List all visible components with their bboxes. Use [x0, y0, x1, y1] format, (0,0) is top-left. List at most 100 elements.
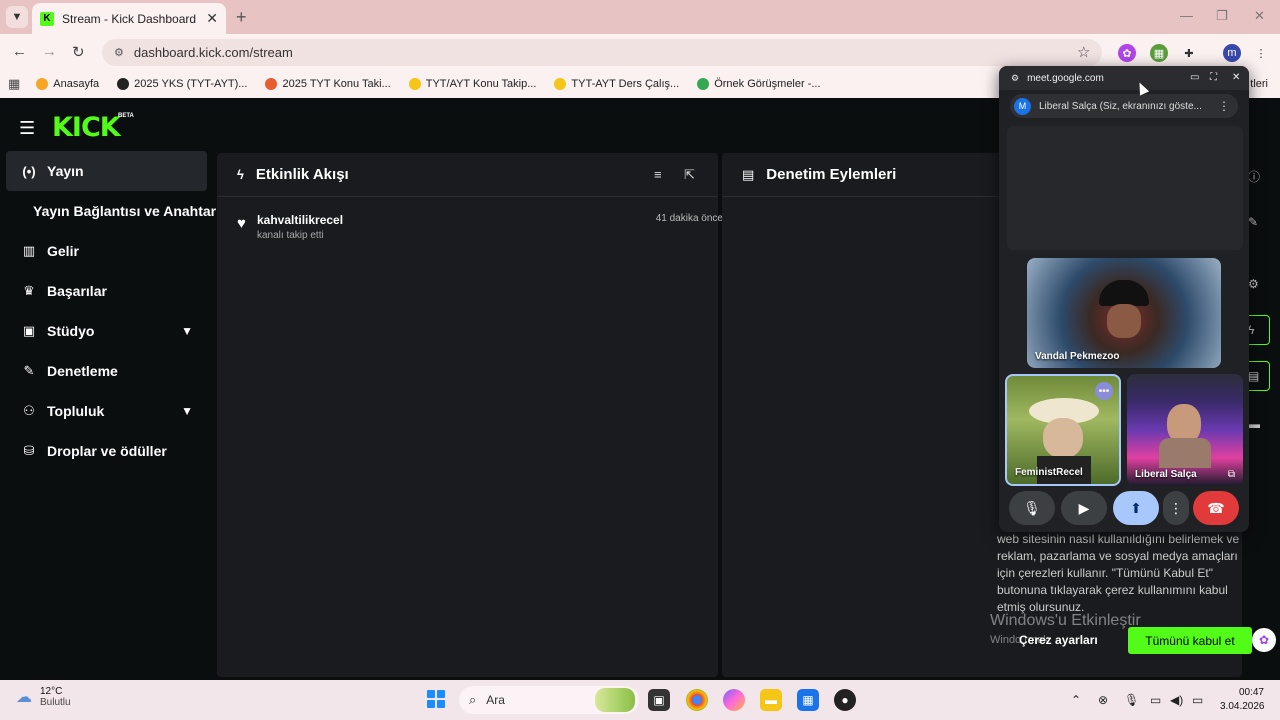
- close-icon[interactable]: ✕: [1232, 72, 1240, 83]
- info-icon[interactable]: ⓘ: [1248, 168, 1260, 185]
- sidebar-item-label: Denetleme: [47, 363, 118, 379]
- camera-button[interactable]: ▶: [1061, 491, 1107, 525]
- address-bar[interactable]: ⚙ dashboard.kick.com/stream: [102, 39, 1102, 66]
- bookmark-item[interactable]: Anasayfa: [36, 78, 99, 90]
- game-app-icon[interactable]: ●: [834, 689, 856, 711]
- bookmark-item[interactable]: Örnek Görüşmeler -...: [697, 78, 821, 90]
- accept-all-cookies-button[interactable]: Tümünü kabul et: [1128, 627, 1252, 654]
- kick-logo[interactable]: KICK: [52, 112, 121, 143]
- minimize-button[interactable]: —: [1180, 8, 1193, 23]
- sidebar-item-label: Stüdyo: [47, 323, 95, 339]
- settings-icon[interactable]: ⚙: [1248, 277, 1259, 291]
- weather-temp: 12°C: [40, 686, 63, 697]
- fullscreen-icon[interactable]: ⛶: [1210, 72, 1217, 83]
- chrome-icon[interactable]: [686, 689, 708, 711]
- back-button[interactable]: ←: [12, 43, 27, 60]
- hamburger-menu-icon[interactable]: ☰: [19, 118, 35, 139]
- document-icon: ▤: [742, 166, 755, 182]
- more-options-icon[interactable]: ⋮: [1218, 99, 1230, 113]
- close-tab-icon[interactable]: ✕: [206, 10, 218, 27]
- new-tab-button[interactable]: +: [236, 7, 247, 28]
- bookmark-star-icon[interactable]: ☆: [1077, 43, 1090, 61]
- participant-tile[interactable]: Vandal Pekmezoo: [1027, 258, 1221, 368]
- document-icon: ▤: [1248, 369, 1260, 383]
- heart-icon: ♥: [237, 215, 246, 232]
- screen-share-preview: [1007, 126, 1243, 250]
- chevron-up-icon[interactable]: ⌃: [1071, 693, 1081, 707]
- edit-icon[interactable]: ✎: [1248, 215, 1258, 229]
- meet-popup: ⚙ meet.google.com ▭ ⛶ ✕ M Liberal Salça …: [999, 66, 1249, 532]
- bookmark-item[interactable]: TYT-AYT Ders Çalış...: [554, 78, 679, 90]
- system-clock[interactable]: 00:47 3.04.2026: [1220, 686, 1265, 714]
- weather-widget[interactable]: ☁ 12°C Bulutlu: [16, 686, 71, 708]
- community-icon: ⚇: [23, 403, 35, 418]
- forward-button[interactable]: →: [42, 43, 57, 60]
- microphone-button[interactable]: 🎙: [1009, 491, 1055, 525]
- all-bookmarks-label[interactable]: tleri: [1250, 78, 1268, 90]
- store-icon[interactable]: ▦: [797, 689, 819, 711]
- sidebar-item-topluluk[interactable]: ⚇ Topluluk ▼: [6, 391, 207, 431]
- sidebar-item-gelir[interactable]: ▥ Gelir: [6, 231, 207, 271]
- avatar: [1159, 438, 1211, 468]
- site-info-icon[interactable]: ⚙: [114, 46, 124, 59]
- sidebar-item-denetleme[interactable]: ✎ Denetleme: [6, 351, 207, 391]
- apps-grid-icon[interactable]: ▦: [8, 76, 20, 92]
- profile-avatar[interactable]: m: [1223, 44, 1241, 62]
- bookmark-item[interactable]: TYT/AYT Konu Takip...: [408, 78, 536, 90]
- participant-tile[interactable]: Liberal Salça ⧉: [1127, 374, 1243, 486]
- volume-icon[interactable]: ◀): [1170, 693, 1183, 707]
- sidebar-item-basarilar[interactable]: ♛ Başarılar: [6, 271, 207, 311]
- end-call-button[interactable]: ☎: [1193, 491, 1239, 525]
- camera-icon: ▶: [1078, 499, 1090, 516]
- cookie-text: web sitesinin nasıl kullanıldığını belir…: [997, 532, 1240, 614]
- filter-icon[interactable]: ≡: [654, 167, 662, 182]
- present-button[interactable]: ⬆: [1113, 491, 1159, 525]
- network-icon[interactable]: ⊗: [1098, 693, 1108, 707]
- search-placeholder: Ara: [486, 693, 505, 707]
- sidebar-item-label: Yayın: [47, 163, 84, 179]
- follower-username[interactable]: kahvaltilikrecel: [257, 213, 343, 227]
- battery-icon[interactable]: ▭: [1192, 693, 1203, 707]
- sidebar-item-droplar[interactable]: ⛁ Droplar ve ödüller: [6, 431, 207, 471]
- display-icon[interactable]: ▭: [1150, 693, 1161, 707]
- task-view-icon[interactable]: ▣: [648, 689, 670, 711]
- sidebar-item-studyo[interactable]: ▣ Stüdyo ▼: [6, 311, 207, 351]
- sidebar-item-yayin[interactable]: (•) Yayın: [6, 151, 207, 191]
- tab-kick-dashboard[interactable]: K Stream - Kick Dashboard ✕: [32, 3, 226, 34]
- chevron-down-icon: ▼: [181, 324, 193, 338]
- windows-activate-watermark: Windows'u Etkinleştir: [990, 612, 1141, 629]
- sidebar-subitem-stream-key[interactable]: Yayın Bağlantısı ve Anahtarı: [33, 203, 220, 219]
- more-options-button[interactable]: ⋮: [1163, 491, 1189, 525]
- extensions-puzzle-icon[interactable]: ✚: [1180, 44, 1198, 62]
- file-explorer-icon[interactable]: ▬: [760, 689, 782, 711]
- extension-orb-icon[interactable]: ✿: [1118, 44, 1136, 62]
- extension-sheets-icon[interactable]: ▦: [1150, 44, 1168, 62]
- microphone-icon[interactable]: 🎙: [1124, 693, 1139, 707]
- back-to-tab-icon[interactable]: ▭: [1190, 72, 1199, 83]
- popout-icon[interactable]: ⇱: [684, 167, 695, 183]
- clock-date: 3.04.2026: [1220, 701, 1265, 712]
- taskbar-search[interactable]: ⌕ Ara: [459, 686, 639, 714]
- presenting-banner[interactable]: M Liberal Salça (Siz, ekranınızı göste..…: [1010, 94, 1238, 118]
- avatar: M: [1014, 97, 1031, 115]
- reload-button[interactable]: ↻: [72, 43, 85, 61]
- close-window-button[interactable]: ✕: [1254, 8, 1265, 24]
- more-options-icon[interactable]: •••: [1095, 382, 1113, 400]
- url-text: dashboard.kick.com/stream: [133, 45, 293, 60]
- assistant-orb-icon[interactable]: ✿: [1252, 628, 1276, 652]
- hang-up-icon: ☎: [1207, 499, 1225, 516]
- sidebar-item-label: Droplar ve ödüller: [47, 443, 167, 459]
- participant-tile[interactable]: ••• FeministRecel: [1005, 374, 1121, 486]
- site-settings-icon[interactable]: ⚙: [1011, 73, 1019, 84]
- browser-menu-icon[interactable]: ⋮: [1252, 44, 1270, 62]
- bookmark-item[interactable]: 2025 YKS (TYT-AYT)...: [117, 78, 247, 90]
- bookmark-item[interactable]: 2025 TYT Konu Taki...: [265, 78, 391, 90]
- bookmark-favicon-icon: [117, 78, 130, 90]
- chat-icon[interactable]: ▬: [1248, 417, 1260, 431]
- maximize-button[interactable]: ❐: [1216, 8, 1228, 24]
- start-button[interactable]: [427, 690, 445, 708]
- copilot-icon[interactable]: [723, 689, 745, 711]
- tab-search-button[interactable]: ▼: [6, 6, 28, 28]
- cookie-settings-button[interactable]: Çerez ayarları: [1019, 633, 1098, 647]
- search-icon: ⌕: [469, 692, 477, 707]
